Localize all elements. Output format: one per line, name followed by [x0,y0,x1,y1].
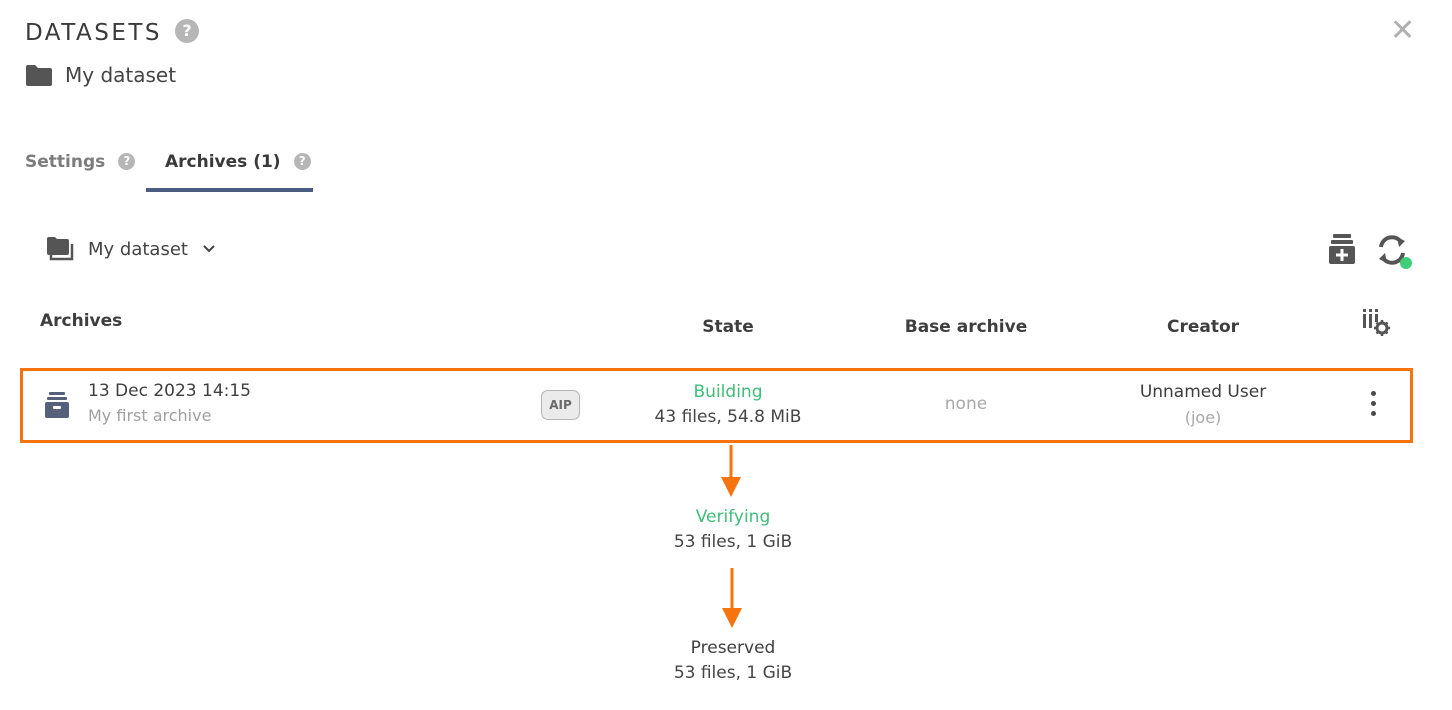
more-actions-icon[interactable] [1364,391,1382,421]
folders-icon [47,237,74,261]
tab-archives-label: Archives (1) [165,152,281,172]
creator-name: Unnamed User [1139,382,1267,402]
archive-creator: Unnamed User (joe) [1103,380,1303,430]
refresh-icon[interactable] [1375,233,1415,271]
tab-archives[interactable]: Archives (1) ? [165,151,311,173]
state-step-preserved: Preserved 53 files, 1 GiB [633,636,833,686]
dataset-selector-label: My dataset [88,238,188,260]
dataset-selector[interactable]: My dataset [46,236,216,262]
column-header-creator: Creator [1166,317,1240,337]
step-verifying-state: Verifying [695,507,771,527]
help-icon[interactable]: ? [118,153,136,170]
base-archive-value: none [944,394,988,414]
state-label: Building [693,382,763,402]
step-verifying-stats: 53 files, 1 GiB [673,532,793,552]
archive-state: Building 43 files, 54.8 MiB [628,380,828,430]
tab-settings-label: Settings [25,152,106,172]
folder-icon [26,65,52,86]
archive-date: 13 Dec 2023 14:15 [88,381,251,401]
columns-settings-icon[interactable] [1361,308,1391,336]
creator-login: (joe) [1184,408,1222,427]
state-stats: 43 files, 54.8 MiB [654,407,802,427]
breadcrumb: My dataset [25,60,176,90]
tab-settings[interactable]: Settings ? [25,151,136,173]
help-icon[interactable]: ? [293,153,311,170]
create-archive-icon[interactable] [1329,233,1355,265]
active-tab-indicator [146,188,313,192]
state-step-verifying: Verifying 53 files, 1 GiB [633,505,833,555]
chevron-down-icon [203,245,215,253]
breadcrumb-dataset-name: My dataset [65,63,177,87]
step-preserved-stats: 53 files, 1 GiB [673,663,793,683]
arrow-down-icon [722,568,742,628]
column-header-state: State [702,317,754,337]
help-icon[interactable]: ? [175,19,199,43]
archive-icon [45,392,69,418]
arrow-down-icon [721,445,741,497]
column-header-archives: Archives [40,311,123,331]
archive-description: My first archive [88,406,212,425]
page-title: DATASETS [25,20,163,46]
step-preserved-state: Preserved [690,638,776,658]
column-header-base-archive: Base archive [904,317,1028,337]
aip-badge: AIP [541,390,580,420]
close-icon[interactable]: ✕ [1390,16,1415,46]
